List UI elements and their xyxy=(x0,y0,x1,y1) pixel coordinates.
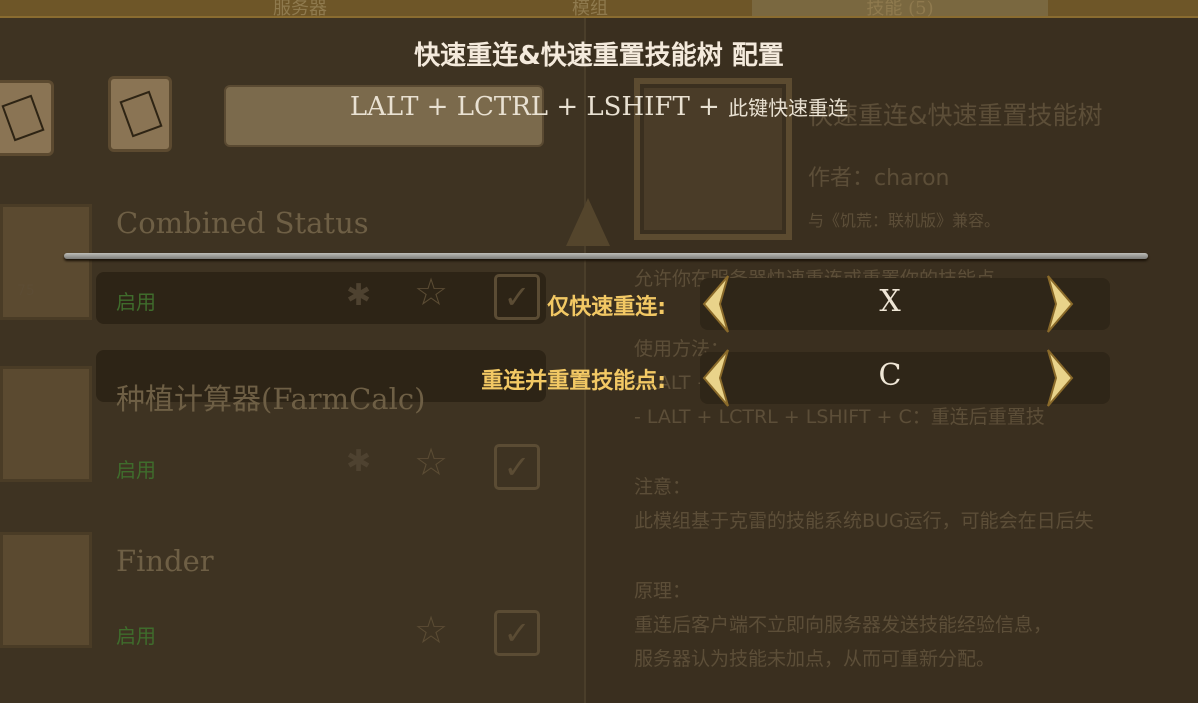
hint-suffix: 此键快速重连 xyxy=(728,96,849,120)
option-row-reconnect: 仅快速重连: X xyxy=(0,274,1198,334)
prev-option-arrow-icon[interactable] xyxy=(700,348,732,408)
option-row-reset: 重连并重置技能点: C xyxy=(0,348,1198,408)
config-overlay: 快速重连&快速重置技能树 配置 LALT + LCTRL + LSHIFT + … xyxy=(0,0,1198,703)
next-option-arrow-icon[interactable] xyxy=(1044,274,1076,334)
option-label: 仅快速重连: xyxy=(547,295,666,320)
option-label: 重连并重置技能点: xyxy=(481,369,666,394)
hint-keys: LALT + LCTRL + LSHIFT + xyxy=(349,92,729,122)
option-value: X xyxy=(879,284,901,319)
next-option-arrow-icon[interactable] xyxy=(1044,348,1076,408)
prev-option-arrow-icon[interactable] xyxy=(700,274,732,334)
config-hint: LALT + LCTRL + LSHIFT + 此键快速重连 xyxy=(0,92,1198,122)
divider xyxy=(64,253,1148,259)
option-value: C xyxy=(878,358,902,393)
config-title: 快速重连&快速重置技能树 配置 xyxy=(414,41,784,71)
